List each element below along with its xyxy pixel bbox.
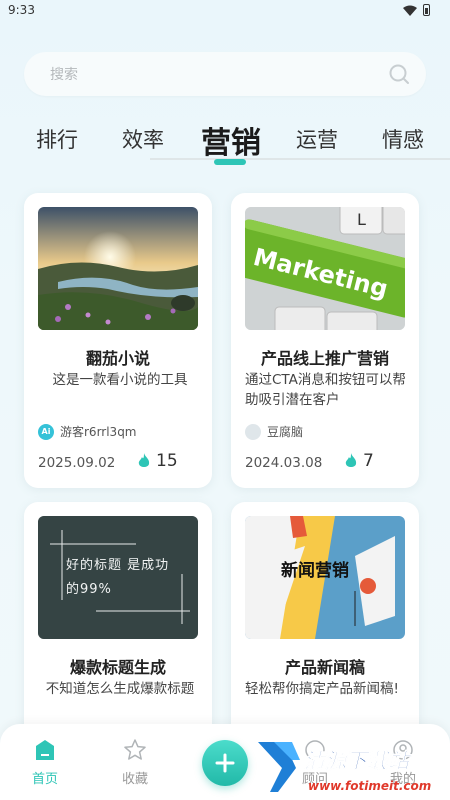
author-avatar: Ai xyxy=(38,423,54,440)
card-title: 爆款标题生成 xyxy=(69,658,166,677)
nav-favorites-label: 收藏 xyxy=(121,772,148,787)
card-date: 2025.09.02 xyxy=(38,455,116,471)
tab-operations[interactable]: 运营 xyxy=(296,124,338,154)
tab-active-indicator xyxy=(214,159,246,165)
news-image-text: 新闻营销 xyxy=(281,560,349,581)
plus-icon xyxy=(215,753,235,773)
search-input[interactable] xyxy=(48,52,372,98)
chalkboard-text: 好的标题 是成功的99% xyxy=(66,558,170,597)
card-image-landscape xyxy=(38,207,198,330)
star-icon xyxy=(124,739,146,760)
card-title: 产品线上推广营销 xyxy=(260,349,389,368)
home-icon xyxy=(36,740,54,760)
tab-divider xyxy=(150,158,450,160)
nav-home-label: 首页 xyxy=(31,772,58,787)
card-description: 通过CTA消息和按钮可以帮助吸引潜在客户 xyxy=(245,372,406,408)
tool-card[interactable]: 新闻营销 产品新闻稿 轻松帮你搞定产品新闻稿! xyxy=(231,502,419,742)
card-author: Ai 游客r6rrl3qm xyxy=(38,423,137,440)
card-description: 轻松帮你搞定产品新闻稿! xyxy=(245,681,399,697)
flame-icon xyxy=(138,453,150,467)
battery-icon xyxy=(423,4,430,16)
card-title: 翻茄小说 xyxy=(85,349,150,368)
search-bar[interactable] xyxy=(24,52,426,98)
watermark-title: 清源下载站 xyxy=(304,749,412,773)
nav-favorites[interactable]: 收藏 xyxy=(105,738,165,787)
status-time: 9:33 xyxy=(8,3,35,17)
tab-emotion[interactable]: 情感 xyxy=(382,124,424,154)
tab-ranking[interactable]: 排行 xyxy=(36,124,78,154)
tool-card[interactable]: L Marketing 产品线上推广营销 通过CTA消息和按钮可以帮助吸引潜在客… xyxy=(231,193,419,488)
card-image-marketing-key: L Marketing xyxy=(245,207,405,330)
tool-card[interactable]: 好的标题 是成功的99% 爆款标题生成 不知道怎么生成爆款标题 xyxy=(24,502,212,742)
tab-efficiency[interactable]: 效率 xyxy=(122,124,164,154)
card-title: 产品新闻稿 xyxy=(284,658,365,677)
svg-text:L: L xyxy=(357,210,366,229)
tool-card[interactable]: 翻茄小说 这是一款看小说的工具 Ai 游客r6rrl3qm 2025.09.02… xyxy=(24,193,212,488)
search-icon[interactable] xyxy=(388,63,410,85)
tab-marketing[interactable]: 营销 xyxy=(201,118,261,162)
watermark-url: www.fotimeit.com xyxy=(308,779,431,793)
status-bar: 9:33 xyxy=(0,0,450,22)
wifi-icon xyxy=(403,5,417,16)
nav-home[interactable]: 首页 xyxy=(15,738,75,787)
add-button[interactable] xyxy=(202,740,248,786)
card-hot-count: 7 xyxy=(345,451,374,471)
card-image-news: 新闻营销 xyxy=(245,516,405,639)
card-description: 不知道怎么生成爆款标题 xyxy=(45,681,195,697)
author-name: 豆腐脑 xyxy=(267,425,304,439)
card-hot-count: 15 xyxy=(138,451,178,471)
author-name: 游客r6rrl3qm xyxy=(60,425,137,439)
card-date: 2024.03.08 xyxy=(245,455,323,471)
flame-icon xyxy=(345,453,357,467)
hot-count: 7 xyxy=(363,451,374,471)
site-watermark: 清源下载站 www.fotimeit.com xyxy=(256,738,436,796)
card-image-title-chalkboard: 好的标题 是成功的99% xyxy=(38,516,198,639)
status-icons xyxy=(403,4,430,16)
card-description: 这是一款看小说的工具 xyxy=(52,372,188,388)
card-author: 豆腐脑 xyxy=(245,423,303,440)
hot-count: 15 xyxy=(156,451,178,471)
author-avatar xyxy=(245,423,261,440)
